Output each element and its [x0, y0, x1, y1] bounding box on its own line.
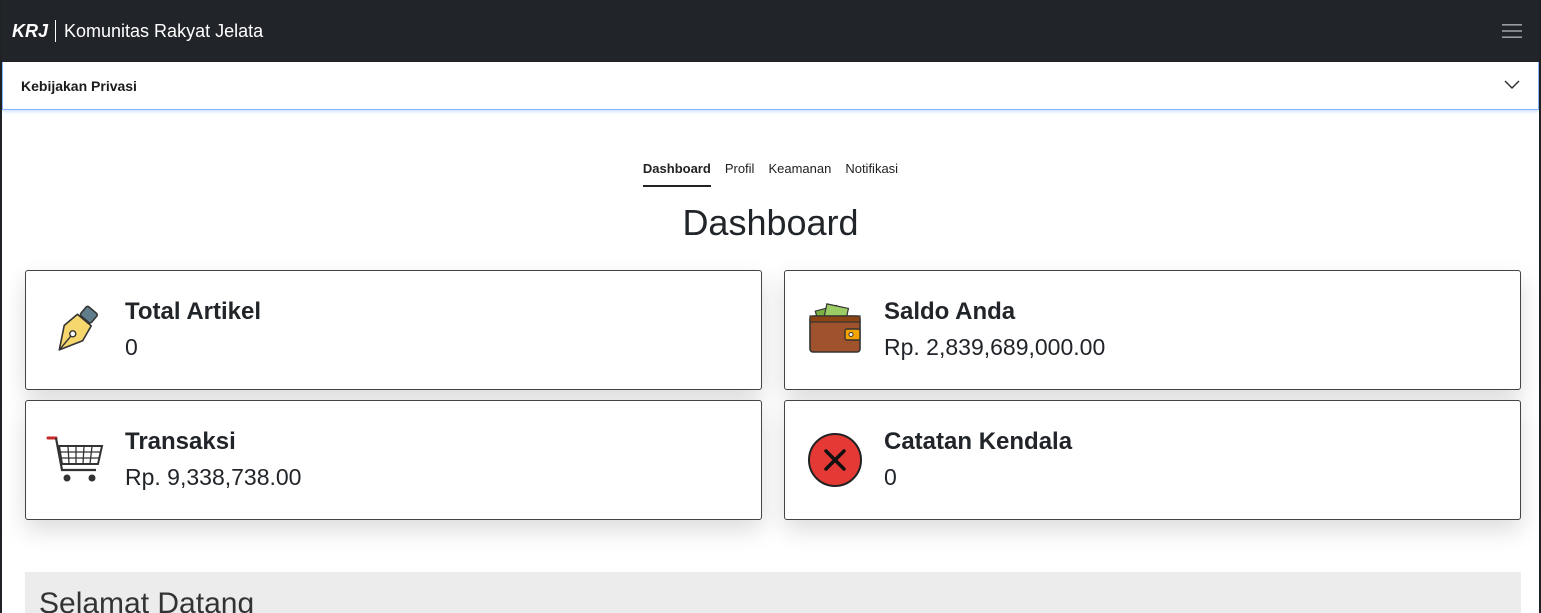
hamburger-icon[interactable]	[1495, 16, 1529, 46]
top-navbar: KRJ Komunitas Rakyat Jelata	[2, 0, 1539, 62]
card-total-artikel: Total Artikel 0	[25, 270, 762, 390]
shopping-cart-icon	[46, 430, 106, 490]
pen-nib-icon	[46, 300, 106, 360]
card-title: Total Artikel	[125, 298, 262, 325]
brand-full-name: Komunitas Rakyat Jelata	[64, 21, 264, 41]
wallet-icon	[805, 300, 865, 360]
tab-profil[interactable]: Profil	[725, 161, 755, 187]
app-frame: KRJ Komunitas Rakyat Jelata Kebijakan Pr…	[0, 0, 1541, 613]
welcome-section: Selamat Datang	[25, 572, 1521, 613]
tab-notifikasi[interactable]: Notifikasi	[845, 161, 898, 187]
chevron-down-icon	[1504, 77, 1520, 95]
brand-short-name: KRJ	[12, 20, 57, 42]
page-title: Dashboard	[682, 202, 859, 243]
tab-keamanan[interactable]: Keamanan	[768, 161, 831, 187]
card-title: Catatan Kendala	[884, 428, 1073, 455]
card-transaksi: Transaksi Rp. 9,338,738.00	[25, 400, 762, 520]
accordion-label: Kebijakan Privasi	[21, 77, 137, 94]
privacy-policy-accordion[interactable]: Kebijakan Privasi	[2, 62, 1539, 110]
tab-bar: Dashboard Profil Keamanan Notifikasi	[2, 161, 1539, 187]
card-title: Transaksi	[125, 428, 236, 455]
error-x-icon	[805, 430, 865, 490]
tab-dashboard[interactable]: Dashboard	[642, 161, 711, 187]
card-value: 0	[125, 334, 138, 360]
stats-grid: Total Artikel 0 Saldo Anda Rp. 2,839,689…	[25, 270, 1521, 520]
card-catatan-kendala: Catatan Kendala 0	[784, 400, 1521, 520]
card-saldo-anda: Saldo Anda Rp. 2,839,689,000.00	[784, 270, 1521, 390]
card-value: Rp. 2,839,689,000.00	[884, 334, 1106, 360]
brand[interactable]: KRJ Komunitas Rakyat Jelata	[12, 20, 263, 42]
card-value: 0	[884, 464, 897, 490]
welcome-title: Selamat Datang	[39, 587, 255, 613]
card-value: Rp. 9,338,738.00	[125, 464, 302, 490]
card-title: Saldo Anda	[884, 298, 1016, 325]
